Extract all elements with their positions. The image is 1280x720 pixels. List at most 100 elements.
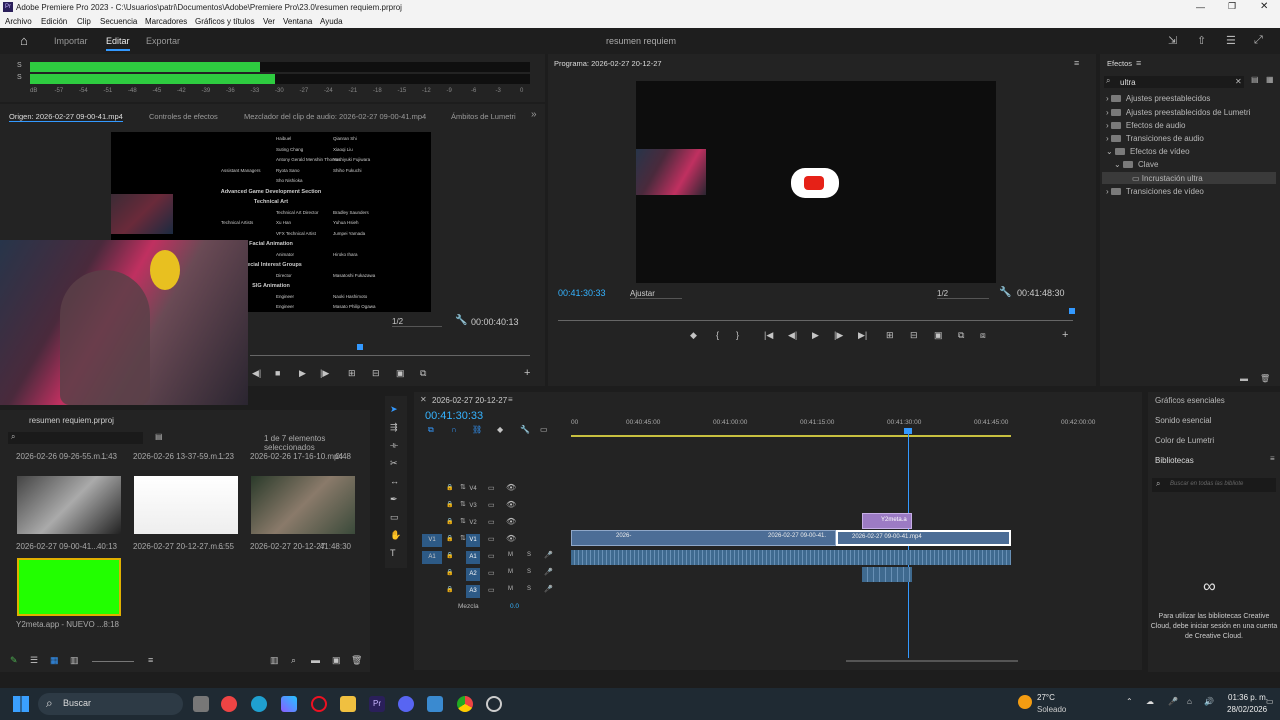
- solo-button[interactable]: S: [527, 586, 531, 592]
- step-back-icon[interactable]: ◀|: [252, 368, 261, 379]
- project-search[interactable]: ⌕: [8, 432, 143, 444]
- freeform-view-icon[interactable]: ▥: [70, 655, 79, 666]
- mark-out-icon[interactable]: }: [736, 330, 739, 340]
- sync-lock-icon[interactable]: ⇅: [460, 534, 466, 542]
- track-header-v1[interactable]: V1 🔒 ⇅ V1 ▭ 👁: [422, 533, 570, 549]
- program-scrubber[interactable]: [558, 320, 1073, 321]
- automate-icon[interactable]: ▥: [270, 655, 279, 666]
- notification-icon[interactable]: ▭: [1266, 697, 1274, 706]
- project-item[interactable]: [13, 476, 123, 564]
- effects-item[interactable]: › Transiciones de audio: [1106, 134, 1276, 143]
- play-icon[interactable]: ▶: [812, 330, 819, 341]
- clip-v1-a[interactable]: 2026- 2026-02-27 09-00-41.: [571, 530, 836, 546]
- program-playhead[interactable]: [1069, 308, 1075, 314]
- ripple-edit-icon[interactable]: ⟛: [390, 440, 398, 451]
- wrench-icon[interactable]: 🔧: [455, 315, 467, 326]
- camera-icon[interactable]: ▣: [934, 330, 943, 341]
- effects-item-selected[interactable]: ▭ Incrustación ultra: [1102, 172, 1276, 184]
- new-bin-icon[interactable]: ▬: [311, 655, 320, 665]
- source-scrubber[interactable]: [250, 355, 530, 356]
- taskbar-search[interactable]: ⌕ Buscar: [38, 693, 183, 715]
- menu-ayuda[interactable]: Ayuda: [320, 17, 343, 26]
- sync-lock-icon[interactable]: ⇅: [460, 500, 466, 508]
- panel-menu-icon[interactable]: ≡: [1136, 58, 1141, 68]
- panel-menu-icon[interactable]: ≡: [508, 395, 513, 404]
- extract-icon[interactable]: ⊟: [910, 330, 918, 341]
- panel-menu-icon[interactable]: ≡: [1270, 454, 1275, 463]
- type-tool-icon[interactable]: T: [390, 548, 396, 558]
- track-label[interactable]: V3: [466, 500, 480, 513]
- close-sequence-icon[interactable]: ✕: [420, 395, 427, 404]
- compare-icon[interactable]: ⧉: [958, 330, 964, 341]
- source-playhead[interactable]: [357, 344, 363, 350]
- premiere-taskbar-icon[interactable]: Pr: [369, 696, 385, 712]
- linked-selection-icon[interactable]: ⛓: [472, 425, 482, 434]
- film-toggle-icon[interactable]: ▭: [488, 586, 495, 594]
- lock-icon[interactable]: 🔒: [446, 586, 453, 593]
- panel-graficos-esenciales[interactable]: Gráficos esenciales: [1155, 396, 1225, 405]
- delete-icon[interactable]: 🗑: [351, 655, 362, 666]
- film-toggle-icon[interactable]: ▭: [488, 569, 495, 577]
- microphone-icon[interactable]: 🎤: [544, 585, 553, 593]
- mute-button[interactable]: M: [508, 586, 513, 592]
- track-header-v2[interactable]: 🔒 ⇅ V2 ▭ 👁: [422, 516, 570, 532]
- mute-button[interactable]: M: [508, 569, 513, 575]
- microphone-icon[interactable]: 🎤: [1168, 697, 1178, 706]
- step-back-icon[interactable]: ◀|: [788, 330, 797, 341]
- overwrite-icon[interactable]: ⊟: [372, 368, 380, 379]
- rectangle-tool-icon[interactable]: ▭: [390, 512, 399, 523]
- clip-v1-b[interactable]: 2026-02-27 09-00-41.mp4: [836, 530, 1011, 546]
- effects-item[interactable]: › Ajustes preestablecidos: [1106, 94, 1276, 103]
- effects-item[interactable]: › Efectos de audio: [1106, 121, 1276, 130]
- track-target[interactable]: [422, 585, 442, 598]
- source-zoom-select[interactable]: 1/2: [392, 317, 442, 327]
- panel-sonido-esencial[interactable]: Sonido esencial: [1155, 416, 1211, 425]
- workspaces-icon[interactable]: ☰: [1226, 34, 1236, 47]
- film-toggle-icon[interactable]: ▭: [488, 484, 495, 492]
- project-item[interactable]: Y2meta.app - NUEVO ... 8:18: [13, 558, 123, 646]
- track-label[interactable]: A2: [466, 568, 480, 581]
- film-toggle-icon[interactable]: ▭: [488, 518, 495, 526]
- tab-effect-controls[interactable]: Controles de efectos: [149, 112, 218, 121]
- program-zoom-select[interactable]: 1/2: [937, 289, 989, 299]
- fit-select[interactable]: Ajustar: [630, 289, 682, 299]
- new-bin-icon[interactable]: ▤: [1251, 75, 1259, 84]
- home-icon[interactable]: ⌂: [20, 33, 28, 48]
- go-to-out-icon[interactable]: ▶|: [858, 330, 867, 341]
- lock-icon[interactable]: 🔒: [446, 535, 453, 542]
- eye-icon[interactable]: 👁: [506, 500, 516, 509]
- snap-icon[interactable]: ∩: [451, 425, 457, 434]
- comparison-view-icon[interactable]: ⧈: [980, 330, 986, 341]
- razor-icon[interactable]: ✂: [390, 458, 398, 469]
- add-button-icon[interactable]: +: [524, 367, 530, 379]
- track-label[interactable]: A1: [466, 551, 480, 564]
- volume-icon[interactable]: 🔊: [1204, 697, 1214, 706]
- effects-item[interactable]: ⌄ Clave: [1114, 160, 1274, 169]
- track-target[interactable]: V1: [422, 534, 442, 547]
- work-area-bar[interactable]: [571, 435, 1011, 437]
- obs-icon[interactable]: [486, 696, 502, 712]
- tab-importar[interactable]: Importar: [54, 36, 88, 46]
- track-target[interactable]: A1: [422, 551, 442, 564]
- nest-icon[interactable]: ⧉: [428, 425, 434, 435]
- microphone-icon[interactable]: 🎤: [544, 568, 553, 576]
- effects-search-value[interactable]: ultra: [1120, 78, 1136, 87]
- lock-icon[interactable]: 🔒: [446, 501, 453, 508]
- panel-menu-icon[interactable]: ≡: [1074, 58, 1079, 68]
- task-view-icon[interactable]: [193, 696, 209, 712]
- eye-icon[interactable]: 👁: [506, 517, 516, 526]
- chrome-icon[interactable]: [457, 696, 473, 712]
- solo-button[interactable]: S: [527, 569, 531, 575]
- add-button-icon[interactable]: +: [1062, 329, 1068, 341]
- menu-ver[interactable]: Ver: [263, 17, 275, 26]
- track-header-a1[interactable]: A1 🔒 A1 ▭ M S 🎤: [422, 550, 570, 566]
- captions-icon[interactable]: ▭: [540, 425, 548, 434]
- new-search-bin-icon[interactable]: ▤: [155, 432, 163, 441]
- eye-icon[interactable]: 👁: [506, 483, 516, 492]
- film-toggle-icon[interactable]: ▭: [488, 552, 495, 560]
- cloud-icon[interactable]: ☁: [1146, 697, 1154, 706]
- slip-tool-icon[interactable]: ↔: [390, 476, 399, 486]
- app-icon[interactable]: [427, 696, 443, 712]
- microphone-icon[interactable]: 🎤: [544, 551, 553, 559]
- effects-item[interactable]: › Transiciones de vídeo: [1106, 187, 1276, 196]
